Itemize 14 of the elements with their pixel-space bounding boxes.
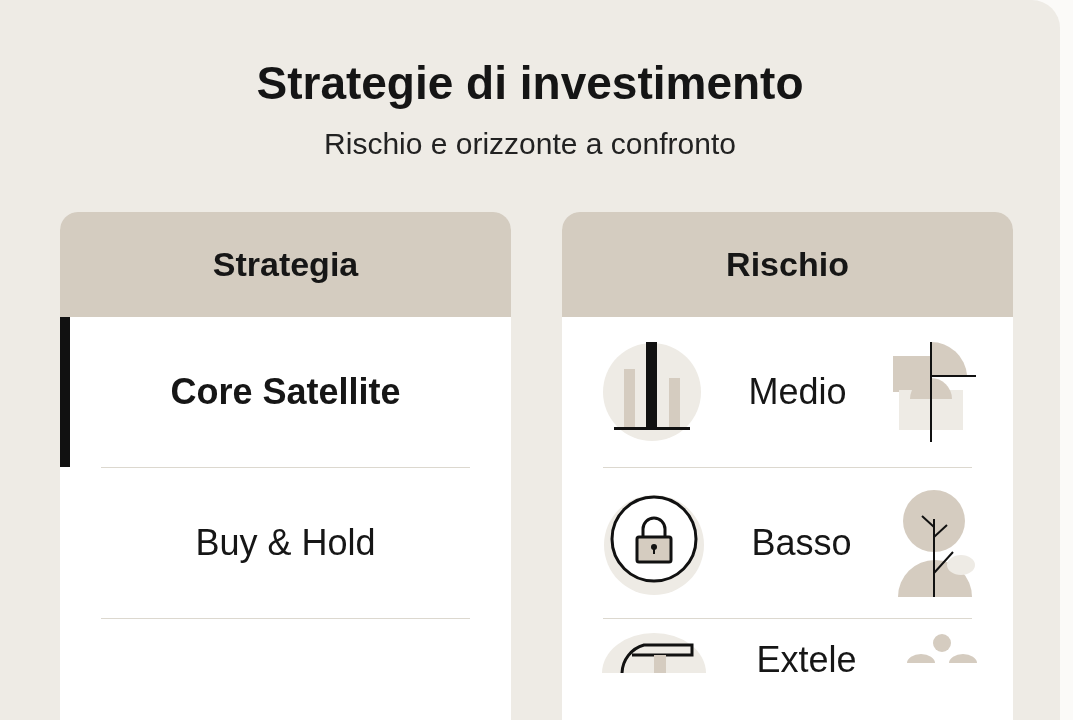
column-header: Rischio <box>562 211 1013 317</box>
strategy-row[interactable]: Buy & Hold <box>60 467 511 618</box>
arch-icon <box>602 632 706 673</box>
risk-label: Medio <box>748 370 847 412</box>
page-title: Strategie di investimento <box>255 58 805 109</box>
column-header: Strategia <box>60 211 511 317</box>
abstract-shapes-icon <box>893 341 977 442</box>
page-subtitle: Rischio e orizzonte a confronto <box>323 126 737 160</box>
bar-chart-icon <box>602 341 702 442</box>
risk-label: Extele <box>756 638 857 680</box>
people-icon <box>907 632 977 663</box>
tree-icon <box>897 488 977 597</box>
strategy-row[interactable]: Core Satellite <box>60 316 511 467</box>
risk-label: Basso <box>751 521 852 563</box>
